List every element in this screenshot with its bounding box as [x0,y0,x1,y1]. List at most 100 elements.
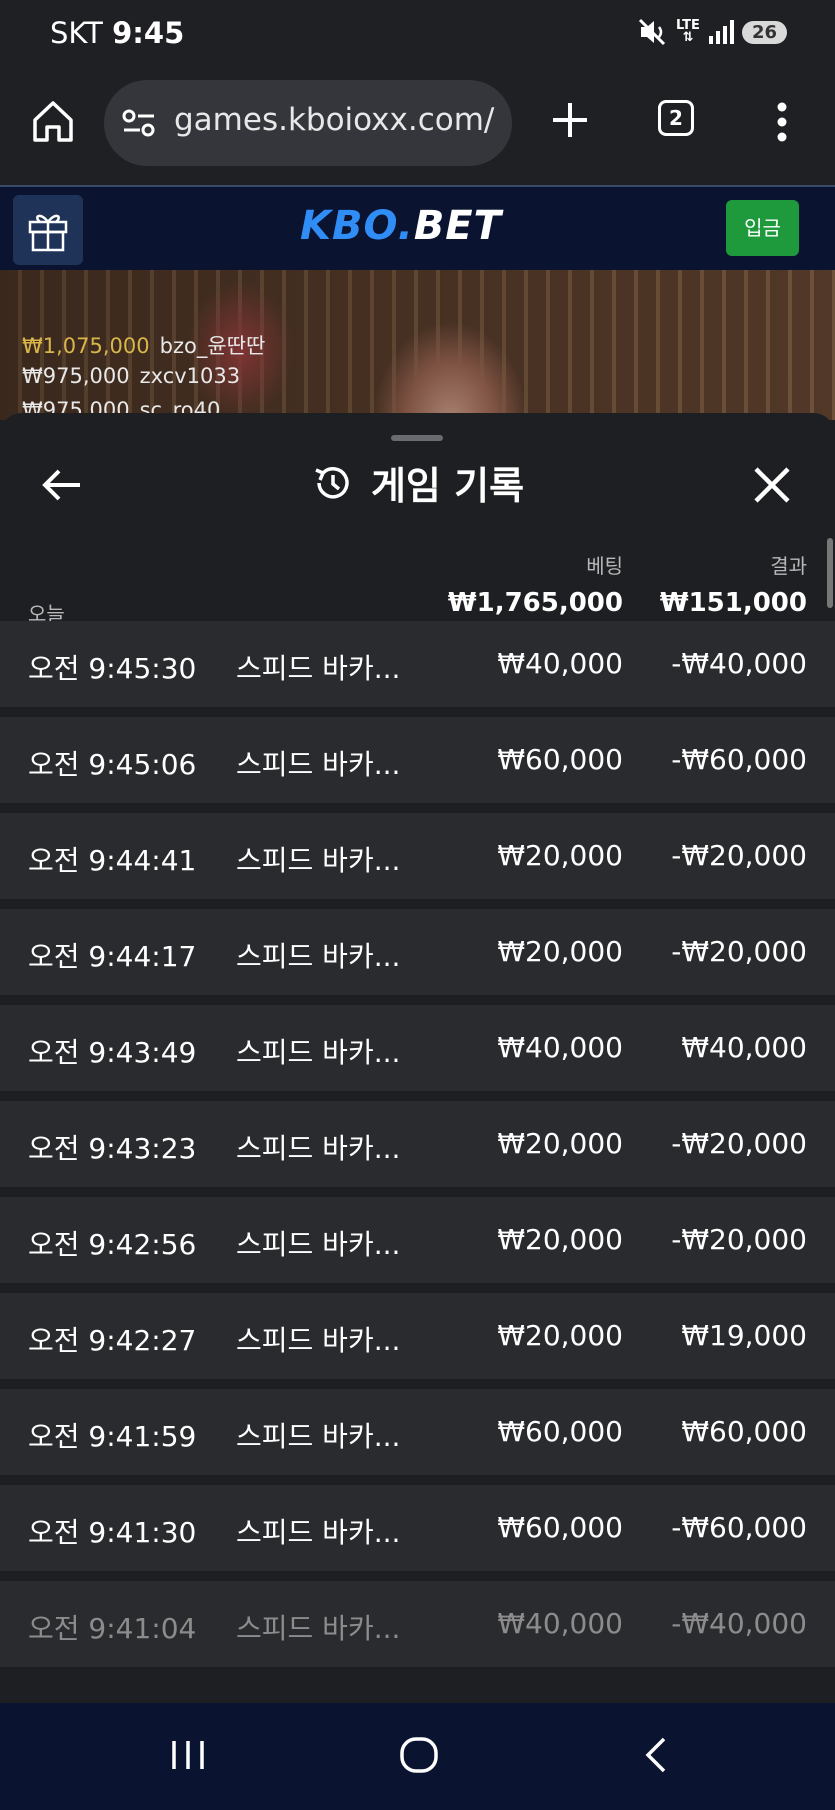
logo-part1: KBO. [300,203,414,249]
status-carrier-time: SKT 9:45 [50,16,184,50]
row-result: -₩20,000 [671,839,807,872]
history-row[interactable]: 오전 9:43:49 스피드 바카... ₩40,000 ₩40,000 [0,1005,835,1091]
history-row[interactable]: 오전 9:43:23 스피드 바카... ₩20,000 -₩20,000 [0,1101,835,1187]
row-time: 오전 9:44:41 [28,844,197,877]
row-time: 오전 9:44:17 [28,940,197,973]
row-result: ₩19,000 [681,1319,807,1352]
total-result: ₩151,000 [659,588,807,618]
row-time: 오전 9:41:59 [28,1420,197,1453]
total-bet: ₩1,765,000 [447,588,623,618]
row-bet: ₩20,000 [497,1127,623,1160]
history-row[interactable]: 오전 9:41:59 스피드 바카... ₩60,000 ₩60,000 [0,1389,835,1475]
row-result: ₩40,000 [681,1031,807,1064]
history-row[interactable]: 오전 9:45:06 스피드 바카... ₩60,000 -₩60,000 [0,717,835,803]
lte-arrows-icon: ⇅ [682,30,694,45]
bet-column-label: 베팅 [586,554,623,578]
address-bar[interactable]: games.kboioxx.com/ [104,80,512,166]
summary-header: 오늘 베팅 결과 ₩1,765,000 ₩151,000 [0,528,835,626]
plus-icon[interactable] [550,100,590,140]
battery-indicator: 26 [741,20,787,44]
scrollbar[interactable] [827,538,833,608]
close-icon[interactable] [752,465,792,505]
row-time: 오전 9:42:56 [28,1228,197,1261]
row-game: 스피드 바카... [236,1132,401,1165]
history-row[interactable]: 오전 9:44:41 스피드 바카... ₩20,000 -₩20,000 [0,813,835,899]
row-result: -₩20,000 [671,1127,807,1160]
history-row[interactable]: 오전 9:42:27 스피드 바카... ₩20,000 ₩19,000 [0,1293,835,1379]
tab-switcher-button[interactable]: 2 [658,100,694,136]
row-game: 스피드 바카... [236,748,401,781]
row-bet: ₩20,000 [497,935,623,968]
row-game: 스피드 바카... [236,1036,401,1069]
row-result: -₩40,000 [671,1607,807,1640]
row-bet: ₩60,000 [497,1415,623,1448]
result-column-label: 결과 [770,554,807,578]
sheet-title: 게임 기록 [0,455,835,510]
live-video-feed[interactable]: ₩1,075,000 bzo_윤딴딴 ₩975,000 zxcv1033 ₩975,… [0,270,835,420]
row-result: -₩20,000 [671,935,807,968]
history-row[interactable]: 오전 9:41:30 스피드 바카... ₩60,000 -₩60,000 [0,1485,835,1571]
row-time: 오전 9:41:04 [28,1612,197,1645]
tune-icon[interactable] [122,108,156,138]
home-icon[interactable] [30,98,76,144]
more-vert-icon[interactable] [772,102,792,142]
row-result: -₩60,000 [671,743,807,776]
status-icons: LTE ⇅ 26 [638,18,787,46]
win-user: zxcv1033 [139,364,241,388]
row-bet: ₩20,000 [497,839,623,872]
row-game: 스피드 바카... [236,1612,401,1645]
game-history-sheet: 게임 기록 오늘 베팅 결과 ₩1,765,000 ₩151,000 오전 9:… [0,413,835,1703]
history-icon [315,466,349,499]
nav-back-icon[interactable] [638,1733,672,1777]
row-time: 오전 9:45:30 [28,652,197,685]
row-bet: ₩40,000 [497,647,623,680]
row-bet: ₩40,000 [497,1031,623,1064]
row-game: 스피드 바카... [236,940,401,973]
row-game: 스피드 바카... [236,1420,401,1453]
browser-toolbar: games.kboioxx.com/ 2 [0,70,835,185]
win-ticker-item: ₩975,000 zxcv1033 [22,364,240,388]
win-ticker-item: ₩1,075,000 bzo_윤딴딴 [22,330,265,360]
row-bet: ₩60,000 [497,1511,623,1544]
row-time: 오전 9:43:49 [28,1036,197,1069]
row-result: -₩60,000 [671,1511,807,1544]
row-time: 오전 9:45:06 [28,748,197,781]
history-row[interactable]: 오전 9:41:04 스피드 바카... ₩40,000 -₩40,000 [0,1581,835,1667]
lte-indicator: LTE ⇅ [676,19,700,45]
row-time: 오전 9:43:23 [28,1132,197,1165]
drag-handle[interactable] [391,435,443,441]
site-header: KBO.BET 입금 [0,185,835,270]
row-bet: ₩60,000 [497,743,623,776]
logo-part2: BET [413,203,502,249]
signal-icon [708,20,734,44]
site-logo[interactable]: KBO.BET [300,203,502,249]
win-amount: ₩975,000 [22,364,130,388]
history-row[interactable]: 오전 9:42:56 스피드 바카... ₩20,000 -₩20,000 [0,1197,835,1283]
row-result: -₩20,000 [671,1223,807,1256]
row-time: 오전 9:41:30 [28,1516,197,1549]
clock: 9:45 [112,16,185,50]
system-nav-bar [0,1703,835,1810]
history-row[interactable]: 오전 9:44:17 스피드 바카... ₩20,000 -₩20,000 [0,909,835,995]
row-result: ₩60,000 [681,1415,807,1448]
row-time: 오전 9:42:27 [28,1324,197,1357]
status-bar: SKT 9:45 LTE ⇅ 26 [0,0,835,70]
url-text[interactable]: games.kboioxx.com/ [174,102,494,138]
recents-icon[interactable] [168,1733,208,1777]
gift-icon [28,214,68,252]
gift-button[interactable] [13,195,83,265]
row-bet: ₩20,000 [497,1319,623,1352]
history-row[interactable]: 오전 9:45:30 스피드 바카... ₩40,000 -₩40,000 [0,621,835,707]
row-game: 스피드 바카... [236,1516,401,1549]
row-game: 스피드 바카... [236,652,401,685]
deposit-button[interactable]: 입금 [726,200,799,256]
nav-home-icon[interactable] [398,1733,442,1777]
win-user: bzo_윤딴딴 [159,334,266,358]
row-game: 스피드 바카... [236,844,401,877]
history-list: 오전 9:45:30 스피드 바카... ₩40,000 -₩40,000 오전… [0,621,835,1677]
row-game: 스피드 바카... [236,1228,401,1261]
row-result: -₩40,000 [671,647,807,680]
sheet-title-text: 게임 기록 [370,464,525,508]
row-game: 스피드 바카... [236,1324,401,1357]
row-bet: ₩20,000 [497,1223,623,1256]
